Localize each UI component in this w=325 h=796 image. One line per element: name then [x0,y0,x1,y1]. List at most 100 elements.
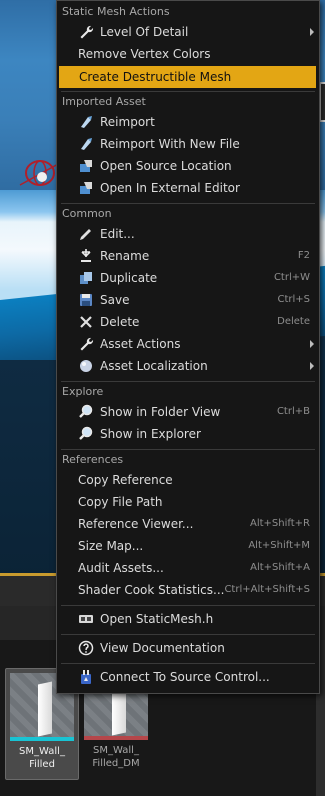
section-imported-asset: Imported Asset [58,93,318,111]
menu-item-label: Delete [100,315,140,329]
menu-separator [61,605,315,606]
menu-item-open-source-location[interactable]: Open Source Location [58,155,318,177]
save-icon [78,292,94,308]
section-explore: Explore [58,383,318,401]
shortcut-hint: Alt+Shift+M [248,540,310,551]
menu-item-view-documentation[interactable]: View Documentation [58,637,318,659]
menu-item-label: Open StaticMesh.h [100,612,214,626]
code-file-icon [78,611,94,627]
submenu-arrow-icon [310,28,314,36]
menu-item-level-of-detail[interactable]: Level Of Detail [58,21,318,43]
help-icon [78,640,94,656]
shortcut-hint: F2 [297,250,310,261]
menu-item-label: Size Map... [78,539,144,553]
submenu-arrow-icon [310,362,314,370]
asset-type-bar [10,737,74,741]
menu-item-label: Reference Viewer... [78,517,194,531]
section-title: Explore [62,385,104,398]
menu-item-label: Asset Localization [100,359,208,373]
menu-item-copy-reference[interactable]: Copy Reference [58,469,318,491]
menu-item-reimport-with-new-file[interactable]: Reimport With New File [58,133,318,155]
menu-separator [61,449,315,450]
asset-context-menu: Static Mesh Actions Level Of Detail Remo… [56,0,320,694]
menu-item-reference-viewer[interactable]: Reference Viewer... Alt+Shift+R [58,513,318,535]
edit-icon [78,226,94,242]
menu-item-label: Connect To Source Control... [100,670,270,684]
menu-separator [61,381,315,382]
menu-item-rename[interactable]: Rename F2 [58,245,318,267]
rotation-gizmo-icon[interactable] [0,145,60,205]
menu-item-asset-actions[interactable]: Asset Actions [58,333,318,355]
menu-item-edit[interactable]: Edit... [58,223,318,245]
delete-icon [78,314,94,330]
menu-item-label: Rename [100,249,150,263]
reimport-icon [78,136,94,152]
menu-separator [61,91,315,92]
shortcut-hint: Ctrl+W [273,272,310,283]
shortcut-hint: Ctrl+B [276,406,310,417]
shortcut-hint: Delete [277,316,310,327]
menu-item-asset-localization[interactable]: Asset Localization [58,355,318,377]
wrench-icon [78,24,94,40]
menu-item-label: Copy File Path [78,495,163,509]
section-title: Common [62,207,112,220]
open-location-icon [78,158,94,174]
menu-item-open-in-external-editor[interactable]: Open In External Editor [58,177,318,199]
menu-item-label: Open In External Editor [100,181,240,195]
menu-item-reimport[interactable]: Reimport [58,111,318,133]
menu-item-label: Remove Vertex Colors [78,47,211,61]
menu-item-show-in-explorer[interactable]: Show in Explorer [58,423,318,445]
menu-item-delete[interactable]: Delete Delete [58,311,318,333]
menu-item-label: Save [100,293,130,307]
menu-item-remove-vertex-colors[interactable]: Remove Vertex Colors [58,43,318,65]
menu-item-copy-file-path[interactable]: Copy File Path [58,491,318,513]
menu-item-label: Copy Reference [78,473,173,487]
asset-type-bar [84,736,148,740]
menu-item-open-staticmesh-h[interactable]: Open StaticMesh.h [58,608,318,630]
shortcut-hint: Alt+Shift+R [250,518,310,529]
section-references: References [58,451,318,469]
menu-separator [61,634,315,635]
menu-item-show-in-folder-view[interactable]: Show in Folder View Ctrl+B [58,401,318,423]
menu-item-label: Reimport [100,115,155,129]
menu-item-create-destructible-mesh[interactable]: Create Destructible Mesh [59,66,316,88]
section-title: Static Mesh Actions [62,5,170,18]
magnifier-icon [78,426,94,442]
submenu-arrow-icon [310,340,314,348]
asset-name: SM_Wall_ Filled_DM [92,745,140,769]
section-title: Imported Asset [62,95,146,108]
menu-item-label: Audit Assets... [78,561,164,575]
duplicate-icon [78,270,94,286]
external-editor-icon [78,180,94,196]
menu-item-label: Create Destructible Mesh [79,70,232,84]
reimport-icon [78,114,94,130]
globe-icon [78,358,94,374]
menu-separator [61,203,315,204]
menu-item-audit-assets[interactable]: Audit Assets... Alt+Shift+A [58,557,318,579]
menu-item-size-map[interactable]: Size Map... Alt+Shift+M [58,535,318,557]
source-control-icon [78,669,94,685]
menu-item-label: Reimport With New File [100,137,240,151]
menu-item-label: Shader Cook Statistics... [78,583,225,597]
menu-item-save[interactable]: Save Ctrl+S [58,289,318,311]
menu-item-label: Edit... [100,227,135,241]
menu-separator [61,663,315,664]
section-title: References [62,453,124,466]
rename-icon [78,248,94,264]
shortcut-hint: Alt+Shift+A [250,562,310,573]
magnifier-icon [78,404,94,420]
shortcut-hint: Ctrl+Alt+Shift+S [224,584,310,595]
menu-item-label: Show in Explorer [100,427,201,441]
asset-name: SM_Wall_ Filled [19,746,65,770]
section-common: Common [58,205,318,223]
menu-item-label: Asset Actions [100,337,181,351]
shortcut-hint: Ctrl+S [277,294,310,305]
menu-item-duplicate[interactable]: Duplicate Ctrl+W [58,267,318,289]
menu-item-connect-to-source-control[interactable]: Connect To Source Control... [58,666,318,688]
menu-item-label: Open Source Location [100,159,232,173]
menu-item-label: Duplicate [100,271,158,285]
wrench-icon [78,336,94,352]
section-static-mesh-actions: Static Mesh Actions [58,3,318,21]
menu-item-shader-cook-statistics[interactable]: Shader Cook Statistics... Ctrl+Alt+Shift… [58,579,318,601]
menu-item-label: Show in Folder View [100,405,221,419]
